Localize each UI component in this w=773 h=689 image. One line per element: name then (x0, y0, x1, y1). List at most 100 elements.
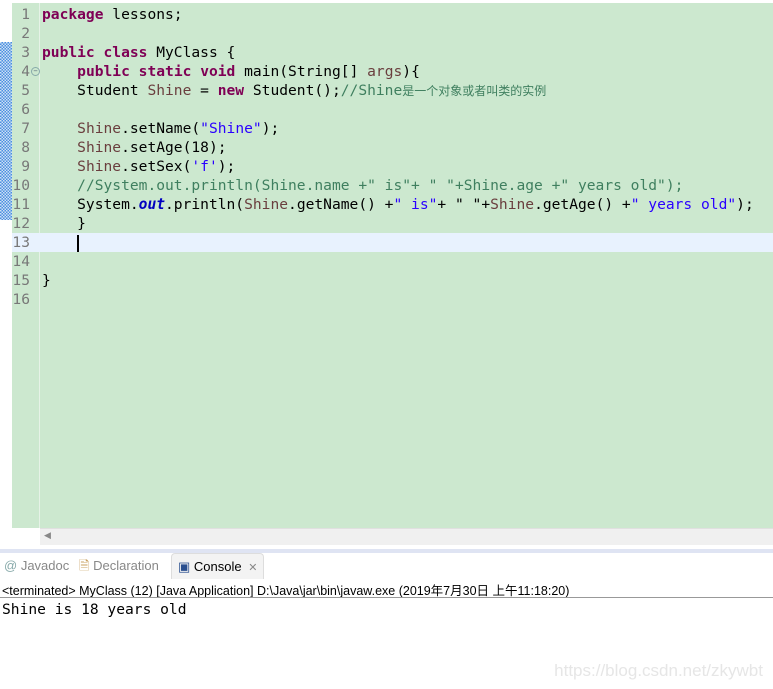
line-number: 4 (21, 63, 30, 80)
code-text: Shine.setSex('f'); (42, 157, 235, 176)
code-token: ); (736, 196, 754, 213)
code-line[interactable]: 10 //System.out.println(Shine.name +" is… (12, 176, 773, 195)
code-line[interactable]: 13 (12, 233, 773, 252)
declaration-icon: 🗎 (79, 558, 90, 573)
code-line[interactable]: 14 (12, 252, 773, 271)
code-token: new (217, 82, 245, 99)
tab-label: Console (193, 559, 242, 574)
fold-icon[interactable]: − (31, 67, 40, 76)
bottom-panel-tabs: @ Javadoc 🗎 Declaration ▣ Console ✕ (0, 553, 773, 579)
code-line[interactable]: 5 Student Shine = new Student();//Shine是… (12, 81, 773, 100)
code-token: .setName( (121, 120, 201, 137)
line-number: 9 (21, 158, 30, 175)
tab-console[interactable]: ▣ Console ✕ (171, 553, 265, 579)
line-number: 15 (12, 272, 30, 289)
code-token: class (103, 44, 148, 61)
line-number: 14 (12, 253, 30, 270)
code-token: Student (42, 82, 148, 99)
code-text: System.out.println(Shine.getName() +" is… (42, 195, 754, 214)
code-lines[interactable]: 1 package lessons; 2 3 public class MyClass … (12, 5, 773, 309)
code-token: = (191, 82, 218, 99)
line-number: 6 (21, 101, 30, 118)
console-output[interactable]: Shine is 18 years old (2, 600, 187, 619)
at-icon: @ (4, 558, 18, 573)
text-caret (77, 234, 80, 252)
code-editor[interactable]: 1 package lessons; 2 3 public class MyClass … (12, 3, 773, 528)
code-token: .println( (165, 196, 245, 213)
code-token: 'f' (191, 158, 218, 175)
code-token: //Shine (340, 82, 403, 99)
code-line[interactable]: 2 (12, 24, 773, 43)
code-text: } (42, 214, 86, 233)
code-text: Shine.setName("Shine"); (42, 119, 279, 138)
code-token: static (138, 63, 192, 80)
code-token: " years old" (630, 196, 737, 213)
code-token: Shine (147, 82, 192, 99)
line-number: 2 (21, 25, 30, 42)
code-token: out (138, 196, 166, 213)
tab-javadoc[interactable]: @ Javadoc (4, 553, 69, 578)
line-number: 10 (12, 177, 30, 194)
line-number: 7 (21, 120, 30, 137)
code-token: Student(); (244, 82, 341, 99)
code-token: .setAge(18); (121, 139, 227, 156)
code-line[interactable]: 6 (12, 100, 773, 119)
code-token: void (200, 63, 236, 80)
line-number: 5 (21, 82, 30, 99)
code-token: "Shine" (200, 120, 262, 137)
code-token: System. (42, 196, 139, 213)
tab-label: Javadoc (20, 558, 70, 573)
code-text (42, 233, 80, 252)
code-token: " is" (393, 196, 438, 213)
code-token: package (42, 6, 104, 23)
left-strip (0, 0, 12, 528)
code-token: Shine (77, 139, 122, 156)
code-line[interactable]: 11 System.out.println(Shine.getName() +"… (12, 195, 773, 214)
code-line[interactable]: 15} (12, 271, 773, 290)
code-line[interactable]: 1 package lessons; (12, 5, 773, 24)
scroll-left-icon[interactable]: ◀ (44, 530, 51, 541)
code-token: Shine (244, 196, 289, 213)
code-text: //System.out.println(Shine.name +" is"+ … (42, 176, 683, 195)
code-line[interactable]: 7 Shine.setName("Shine"); (12, 119, 773, 138)
code-token: Shine (77, 120, 122, 137)
code-token: main(String[] (235, 63, 368, 80)
tab-label: Declaration (93, 558, 159, 573)
code-token: .setSex( (121, 158, 192, 175)
console-icon: ▣ (178, 559, 191, 574)
close-icon[interactable]: ✕ (248, 562, 257, 574)
tab-declaration[interactable]: 🗎 Declaration (79, 553, 159, 578)
code-text: Shine.setAge(18); (42, 138, 227, 157)
code-token: //System.out.println(Shine.name +" is"+ … (77, 177, 684, 194)
change-marker (0, 42, 12, 220)
code-token: public (42, 44, 95, 61)
code-token: .getName() + (288, 196, 394, 213)
code-line[interactable]: 9 Shine.setSex('f'); (12, 157, 773, 176)
panel-divider[interactable] (0, 545, 773, 553)
line-number: 12 (12, 215, 30, 232)
code-line[interactable]: 16 (12, 290, 773, 309)
code-token: } (42, 215, 86, 232)
line-number: 1 (21, 6, 30, 23)
code-text: Student Shine = new Student();//Shine是一个… (42, 81, 546, 101)
watermark: https://blog.csdn.net/zkywbt (554, 661, 763, 680)
code-token: Shine (490, 196, 535, 213)
code-token: 是一个对象或者叫类的实例 (402, 84, 547, 98)
code-line[interactable]: 4− public static void main(String[] args… (12, 62, 773, 81)
code-line[interactable]: 3 public class MyClass { (12, 43, 773, 62)
code-token: public (77, 63, 130, 80)
horizontal-scrollbar[interactable]: ◀ (40, 528, 773, 546)
line-number: 8 (21, 139, 30, 156)
code-line[interactable]: 8 Shine.setAge(18); (12, 138, 773, 157)
code-line[interactable]: 12 } (12, 214, 773, 233)
code-token: ); (217, 158, 236, 175)
code-token: + " "+ (437, 196, 491, 213)
code-text: package lessons; (42, 5, 183, 24)
